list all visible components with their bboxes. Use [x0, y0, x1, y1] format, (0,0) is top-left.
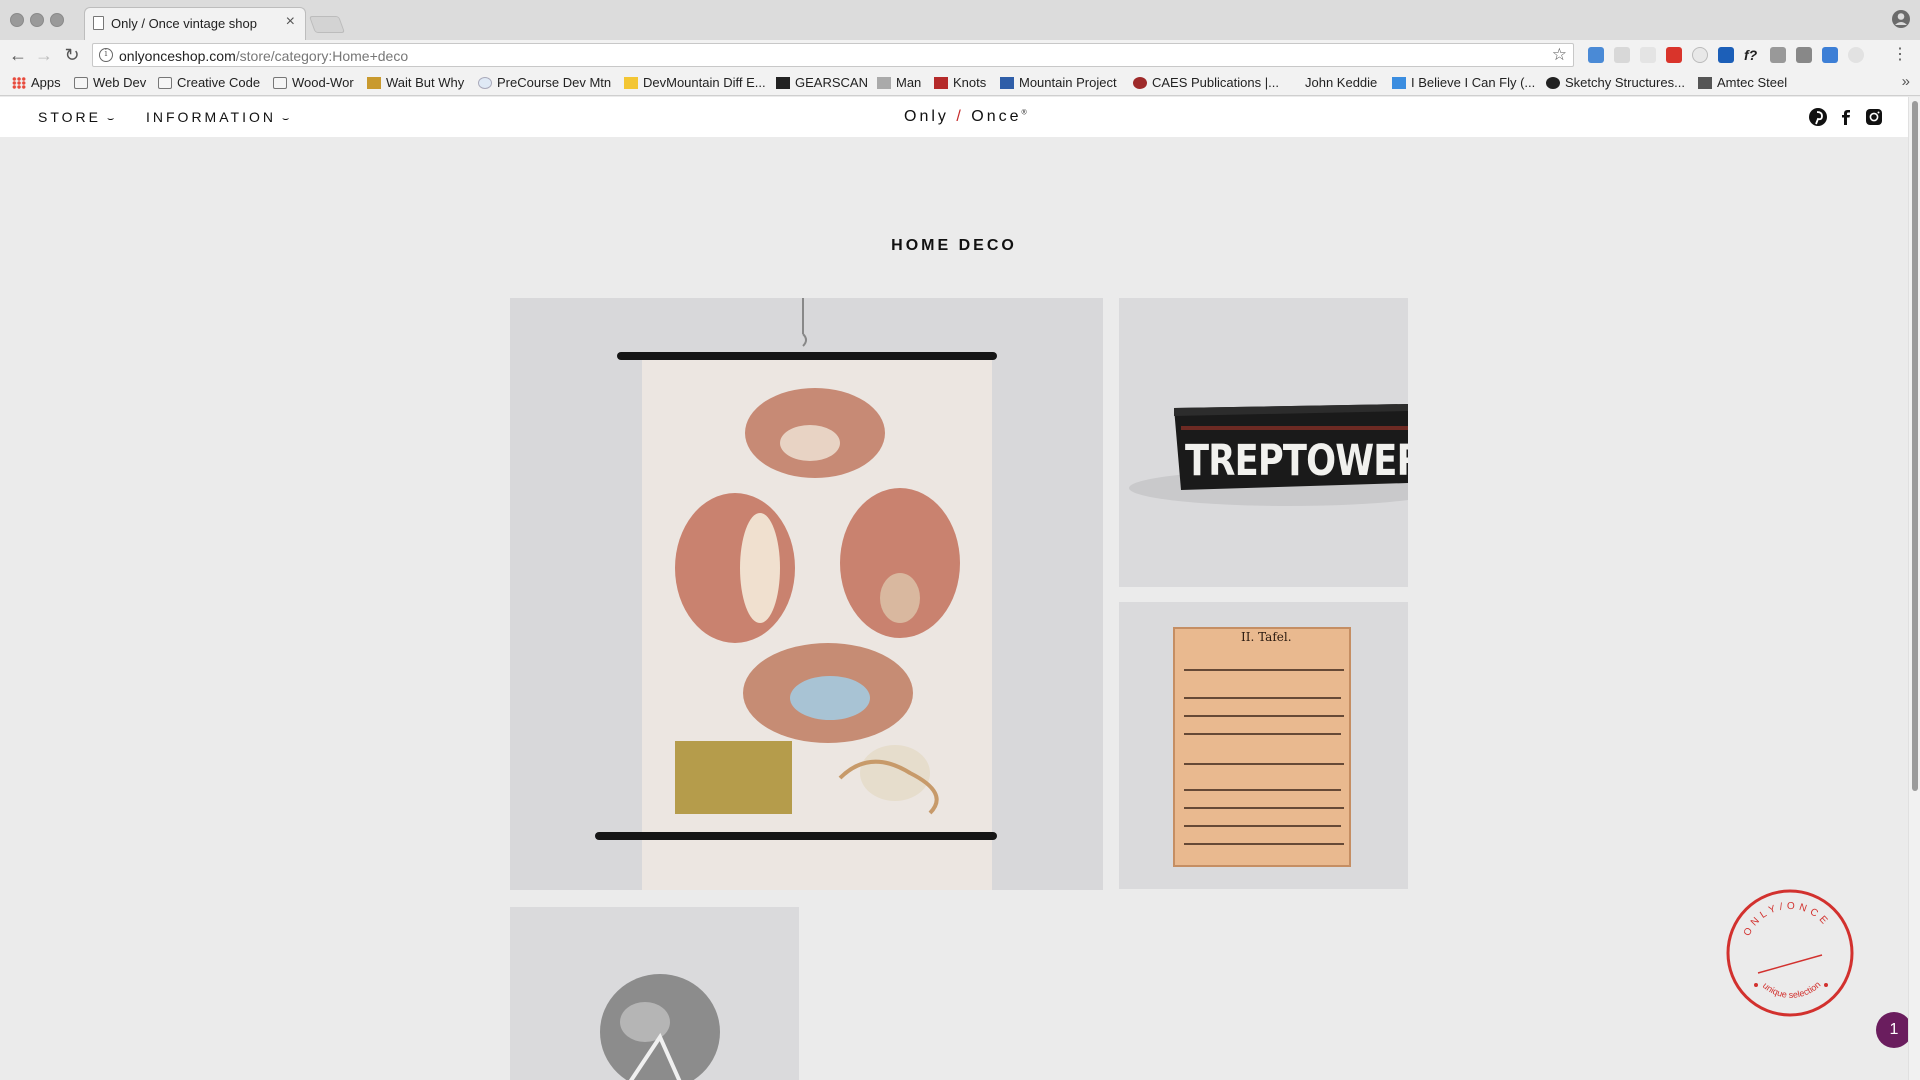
bookmark-item[interactable]: CAES Publications |... — [1133, 75, 1279, 90]
script-chart-image — [1119, 602, 1408, 889]
browser-toolbar: ← → ↻ i onlyonceshop.com/store/category:… — [0, 40, 1920, 70]
bookmark-item[interactable]: Creative Code — [158, 75, 260, 90]
badge-top-text: ONLY/ONCE — [1742, 901, 1828, 938]
bookmark-item[interactable]: John Keddie — [1305, 75, 1377, 90]
bookmark-item[interactable]: DevMountain Diff E... — [624, 75, 766, 90]
store-menu[interactable]: STORE ⌣ — [38, 109, 114, 126]
site-logo[interactable]: Only / Once® — [904, 108, 1030, 126]
badge-bottom-text: unique selection — [1761, 979, 1823, 1000]
svg-text:unique selection: unique selection — [1761, 979, 1823, 1000]
url-text: onlyonceshop.com/store/category:Home+dec… — [119, 48, 409, 64]
bookmark-item[interactable]: GEARSCAN — [776, 75, 868, 90]
svg-text:ONLY/ONCE: ONLY/ONCE — [1742, 901, 1832, 938]
site-favicon — [1698, 76, 1712, 89]
bookmark-item[interactable]: Web Dev — [74, 75, 146, 90]
tab-title: Only / Once vintage shop — [111, 16, 257, 31]
function-extension-icon[interactable]: f? — [1744, 47, 1760, 63]
site-header: STORE ⌣ INFORMATION ⌣ Only / Once® — [0, 97, 1908, 137]
reload-icon[interactable]: ↻ — [60, 43, 84, 67]
chat-notification-button[interactable]: 1 — [1876, 1012, 1908, 1048]
minimize-window-button[interactable] — [30, 13, 44, 27]
site-favicon — [1000, 76, 1014, 89]
bookmark-item[interactable]: Wood-Wor — [273, 75, 354, 90]
chevron-down-icon: ⌣ — [106, 113, 115, 125]
only-once-badge[interactable]: ONLY/ONCE unique selection — [1722, 885, 1858, 1021]
new-tab-button[interactable] — [308, 16, 346, 33]
folder-icon — [74, 76, 88, 89]
pinterest-icon[interactable] — [1808, 107, 1828, 127]
browser-titlebar: Only / Once vintage shop × — [0, 0, 1920, 40]
folder-icon — [158, 76, 172, 89]
browser-menu-icon[interactable]: ⋮ — [1888, 43, 1912, 67]
website-viewport: STORE ⌣ INFORMATION ⌣ Only / Once® HOME DE… — [0, 97, 1908, 1080]
site-favicon — [367, 76, 381, 89]
bookmark-item[interactable]: Amtec Steel — [1698, 75, 1787, 90]
extension-icon[interactable] — [1822, 47, 1838, 63]
chevron-down-icon: ⌣ — [281, 113, 290, 125]
extension-icon[interactable] — [1614, 47, 1630, 63]
extension-icon[interactable] — [1692, 47, 1708, 63]
site-favicon — [776, 76, 790, 89]
site-info-icon[interactable]: i — [99, 48, 113, 62]
extension-icon[interactable] — [1666, 47, 1682, 63]
bookmark-item[interactable]: Knots — [934, 75, 986, 90]
profile-icon[interactable] — [1890, 8, 1912, 30]
bookmark-star-icon[interactable]: ☆ — [1552, 45, 1567, 65]
maximize-window-button[interactable] — [50, 13, 64, 27]
site-favicon — [934, 76, 948, 89]
extension-icon[interactable] — [1588, 47, 1604, 63]
page-title: HOME DECO — [891, 237, 1017, 254]
site-favicon — [624, 76, 638, 89]
bookmark-item[interactable]: Man — [877, 75, 921, 90]
close-window-button[interactable] — [10, 13, 24, 27]
site-favicon — [877, 76, 891, 89]
product-tile-light-bulb[interactable] — [510, 907, 799, 1080]
site-favicon — [1133, 76, 1147, 89]
brain-chart-image — [510, 298, 1103, 890]
bookmark-item[interactable]: I Believe I Can Fly (... — [1392, 75, 1535, 90]
bookmarks-bar: Apps Web Dev Creative Code Wood-Wor Wait… — [0, 70, 1920, 96]
sign-text: TREPTOWER — [1185, 436, 1408, 486]
extension-icon[interactable] — [1718, 47, 1734, 63]
light-bulb-image — [510, 907, 799, 1080]
site-favicon — [478, 76, 492, 89]
browser-tab[interactable]: Only / Once vintage shop × — [84, 7, 306, 40]
close-tab-icon[interactable]: × — [286, 13, 295, 31]
bookmark-item[interactable]: Apps — [12, 75, 61, 90]
extension-icon[interactable] — [1770, 47, 1786, 63]
extension-icon[interactable] — [1848, 47, 1864, 63]
extension-icon[interactable] — [1796, 47, 1812, 63]
scrollbar-thumb[interactable] — [1912, 101, 1918, 791]
bookmark-item[interactable]: PreCourse Dev Mtn — [478, 75, 611, 90]
instagram-icon[interactable] — [1864, 107, 1884, 127]
chart-header-text: II. Tafel. — [1241, 630, 1292, 644]
site-favicon — [1546, 76, 1560, 89]
page-icon — [93, 16, 104, 30]
information-menu[interactable]: INFORMATION ⌣ — [146, 109, 289, 126]
product-tile-script-chart[interactable]: II. Tafel. — [1119, 602, 1408, 889]
back-icon[interactable]: ← — [6, 43, 30, 67]
more-bookmarks-icon[interactable]: » — [1902, 73, 1910, 90]
page-scrollbar[interactable] — [1908, 97, 1920, 1080]
site-favicon — [1392, 76, 1406, 89]
product-tile-brain-chart[interactable] — [510, 298, 1103, 890]
bookmark-item[interactable]: Sketchy Structures... — [1546, 75, 1685, 90]
address-bar[interactable]: i onlyonceshop.com/store/category:Home+d… — [92, 43, 1574, 67]
extension-icon[interactable] — [1640, 47, 1656, 63]
apps-grid-icon — [12, 76, 26, 89]
folder-icon — [273, 76, 287, 89]
facebook-icon[interactable] — [1836, 107, 1856, 127]
bookmark-item[interactable]: Mountain Project — [1000, 75, 1117, 90]
bookmark-item[interactable]: Wait But Why — [367, 75, 464, 90]
forward-icon[interactable]: → — [32, 43, 56, 67]
product-tile-treptower-sign[interactable]: TREPTOWER — [1119, 298, 1408, 587]
